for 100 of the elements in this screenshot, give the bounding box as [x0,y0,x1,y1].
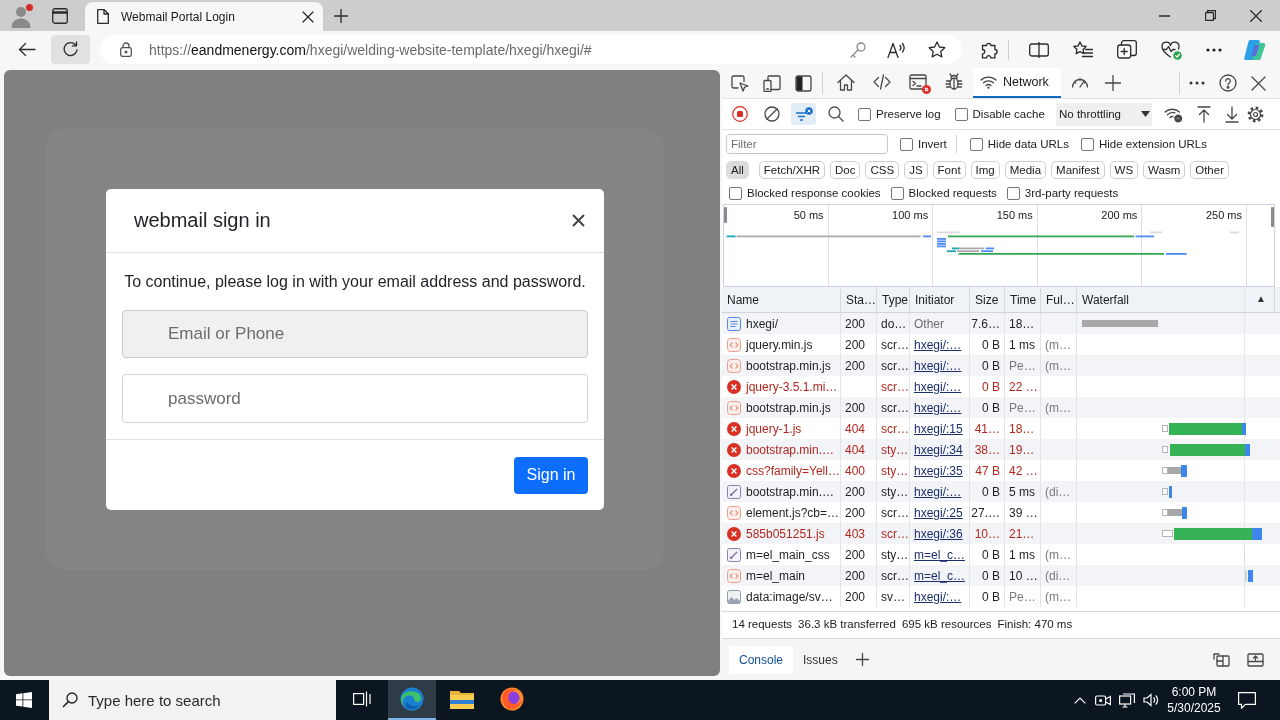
windows-logo-icon[interactable] [16,692,32,708]
input-field[interactable]: Email or Phone [122,310,588,358]
checkbox[interactable] [1006,186,1020,200]
range-handle[interactable] [724,207,727,223]
type-filter-chip[interactable]: WS [1109,161,1139,179]
speech-bubble-icon[interactable] [1238,691,1256,709]
table-row[interactable]: bootstrap.min.js 200 scr… hxegi/:… 0 B Pe… (m… [722,355,1280,376]
address-bar[interactable]: https://eandmenergy.com/hxegi/welding-website-template/hxegi/hxegi/# [100,35,962,64]
window-icon[interactable] [52,7,68,24]
checkbox[interactable] [729,186,742,200]
table-row[interactable]: bootstrap.min.… 404 sty… hxegi/:34 38… 19… [722,439,1280,460]
download-icon[interactable] [1225,105,1239,123]
column-header[interactable]: Type [877,287,910,312]
type-filter-chip[interactable]: Doc [830,161,861,179]
sort-indicator[interactable]: ▲ [1256,293,1266,305]
browser-tab[interactable]: Webmail Portal Login [85,2,323,31]
table-row[interactable]: 585b051251.js 403 scr… hxegi/:36 10… 21… [722,523,1280,544]
table-row[interactable]: m=el_main 200 scr… m=el_c… 0 B 10 … (di… [722,565,1280,586]
panel-tab[interactable]: Network [973,68,1061,98]
back-arrow-icon[interactable] [18,42,36,57]
link[interactable]: hxegi/:… [910,481,970,502]
read-aloud-icon[interactable] [887,41,907,58]
table-row[interactable]: bootstrap.min.… 200 sty… hxegi/:… 0 B 5 ms (di… [722,481,1280,502]
type-filter-chip[interactable]: All [726,161,749,179]
checkbox[interactable] [969,137,983,151]
clock-date[interactable]: 5/30/2025 [1167,700,1221,716]
filter-field[interactable]: Filter [726,134,888,154]
link[interactable]: hxegi/:… [910,397,970,418]
more-icon[interactable] [1206,47,1222,52]
checkbox[interactable] [900,137,913,151]
table-row[interactable]: bootstrap.min.js 200 scr… hxegi/:… 0 B Pe… (m… [722,397,1280,418]
checkbox[interactable] [954,107,968,121]
speaker-icon[interactable] [1143,693,1159,707]
heart-pulse-icon[interactable] [1161,39,1182,60]
type-filter-chip[interactable]: Img [970,161,1000,179]
lock-icon[interactable] [120,42,132,57]
split-screen-icon[interactable] [1029,41,1049,58]
more-icon[interactable] [1189,81,1205,85]
table-row[interactable]: data:image/sv… 200 sv… hxegi/:… 0 B Pe… (m… [722,586,1280,607]
checkbox[interactable] [1080,137,1094,151]
checkbox[interactable] [890,186,904,200]
sign-in-button[interactable]: Sign in [514,456,588,494]
device-icon[interactable] [763,74,781,92]
clock-time[interactable]: 6:00 PM [1171,684,1217,700]
type-filter-chip[interactable]: Font [932,161,966,179]
type-filter-chip[interactable]: CSS [865,161,900,179]
minimize-icon[interactable] [1158,14,1170,17]
link[interactable]: hxegi/:34 [910,439,970,460]
drawer-tab[interactable]: Issues [793,645,848,674]
collections-icon[interactable] [1117,40,1137,59]
key-icon[interactable] [850,41,866,58]
search-icon[interactable] [828,106,844,122]
favorites-icon[interactable] [1073,41,1093,58]
refresh-button[interactable] [51,35,90,64]
table-row[interactable]: hxegi/ 200 do… Other 7.6… 18… [722,313,1280,334]
checkbox[interactable] [858,107,871,121]
camera-icon[interactable] [1095,693,1111,707]
puzzle-icon[interactable] [981,40,1000,59]
column-header[interactable]: Time [1005,287,1041,312]
close-icon[interactable] [302,10,314,23]
upload-icon[interactable] [1197,105,1211,123]
settings-icon[interactable] [1247,105,1264,123]
star-icon[interactable] [928,41,946,58]
type-filter-chip[interactable]: Other [1190,161,1229,179]
column-header[interactable]: Ful… [1041,287,1077,312]
plus-icon[interactable] [334,8,348,23]
type-filter-chip[interactable]: Media [1004,161,1047,179]
type-filter-chip[interactable]: Wasm [1143,161,1186,179]
inspect-icon[interactable] [731,74,749,92]
column-header[interactable]: Size [970,287,1005,312]
chevron-up-icon[interactable] [1074,696,1086,704]
filter-button[interactable] [791,103,816,125]
restore-icon[interactable] [1204,10,1216,21]
link[interactable]: hxegi/:… [910,355,970,376]
dock-side-icon[interactable] [795,74,812,92]
column-header[interactable]: Sta… [841,287,877,312]
type-filter-chip[interactable]: Manifest [1051,161,1105,179]
panel-up-icon[interactable] [1247,652,1264,667]
close-icon[interactable] [1251,75,1266,91]
link[interactable]: m=el_c… [910,565,970,586]
split-panel-icon[interactable] [1213,652,1230,667]
column-header[interactable]: Initiator [910,287,970,312]
help-icon[interactable] [1219,74,1237,92]
plus-icon[interactable] [1104,75,1121,91]
plus-icon[interactable] [855,653,869,666]
column-header[interactable]: Name [722,287,841,312]
throttling-dropdown[interactable]: No throttling [1056,102,1152,126]
record-icon[interactable] [732,106,748,122]
clear-icon[interactable] [764,106,780,122]
input-field[interactable]: password [122,374,588,423]
monitor-icon[interactable] [1119,692,1135,708]
range-handle[interactable] [1271,207,1274,227]
drawer-tab[interactable]: Console [729,645,794,674]
link[interactable]: hxegi/:… [910,586,970,607]
type-filter-chip[interactable]: Fetch/XHR [758,161,826,179]
close-icon[interactable] [1250,9,1262,22]
close-icon[interactable] [572,214,585,227]
search-field[interactable]: Type here to search [49,680,336,720]
column-header[interactable]: Waterfall ▲ [1077,287,1275,312]
type-filter-chip[interactable]: JS [904,161,928,179]
